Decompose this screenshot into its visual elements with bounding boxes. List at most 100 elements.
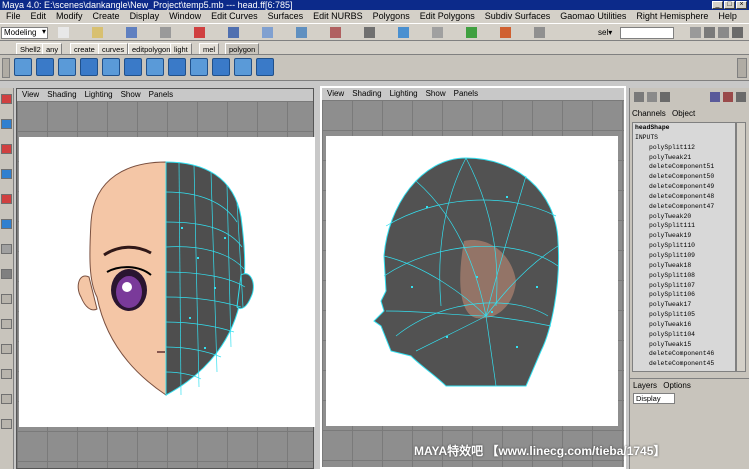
menu-surfaces[interactable]: Surfaces: [262, 10, 308, 23]
show-tool-settings-icon[interactable]: [718, 27, 729, 38]
snap-grid-icon[interactable]: [296, 27, 307, 38]
tool-settings-icon[interactable]: [723, 92, 733, 102]
layout-graph-icon[interactable]: [1, 369, 12, 379]
menu-edit-polygons[interactable]: Edit Polygons: [414, 10, 479, 23]
panel-menu-panels[interactable]: Panels: [144, 89, 176, 101]
selection-field[interactable]: [620, 27, 674, 39]
open-scene-icon[interactable]: [92, 27, 103, 38]
channel-box-icon[interactable]: [634, 92, 644, 102]
channel-item[interactable]: polyTweak20: [633, 212, 735, 222]
shelf-tab-shell2[interactable]: Shell2: [16, 43, 45, 54]
channel-item[interactable]: deleteComponent50: [633, 172, 735, 182]
lock-selection-icon[interactable]: [262, 27, 273, 38]
mirror-geometry-icon[interactable]: [256, 58, 274, 76]
snap-surface-icon[interactable]: [398, 27, 409, 38]
shelf-tab-create[interactable]: create: [70, 43, 99, 54]
attribute-editor-icon[interactable]: [710, 92, 720, 102]
channel-item[interactable]: deleteComponent51: [633, 162, 735, 172]
viewport-front[interactable]: View Shading Lighting Show Panels: [16, 88, 315, 469]
select-object-icon[interactable]: [194, 27, 205, 38]
shelf-tab-curves[interactable]: curves: [98, 43, 129, 54]
show-layer-editor-icon[interactable]: [732, 27, 743, 38]
channel-box-layer-icon[interactable]: [647, 92, 657, 102]
channel-item[interactable]: polySplit110: [633, 241, 735, 251]
merge-vertices-icon[interactable]: [124, 58, 142, 76]
menu-edit-nurbs[interactable]: Edit NURBS: [307, 10, 367, 23]
menu-help[interactable]: Help: [712, 10, 741, 23]
channel-item[interactable]: polyTweak18: [633, 261, 735, 271]
four-view-icon[interactable]: [1, 319, 12, 329]
channel-item[interactable]: deleteComponent47: [633, 202, 735, 212]
append-polygon-icon[interactable]: [102, 58, 120, 76]
render-icon[interactable]: [466, 27, 477, 38]
ipr-render-icon[interactable]: [500, 27, 511, 38]
select-tool-icon[interactable]: [1, 94, 12, 104]
shelf-tab-light[interactable]: light: [170, 43, 192, 54]
snap-point-icon[interactable]: [364, 27, 375, 38]
move-tool-icon[interactable]: [1, 144, 12, 154]
menu-gaomao-utilities[interactable]: Gaomao Utilities: [554, 10, 630, 23]
select-hierarchy-icon[interactable]: [160, 27, 171, 38]
channel-item[interactable]: polySplit106: [633, 290, 735, 300]
menu-create[interactable]: Create: [87, 10, 124, 23]
channel-item[interactable]: deleteComponent49: [633, 182, 735, 192]
channel-item[interactable]: polyTweak16: [633, 320, 735, 330]
menu-modify[interactable]: Modify: [50, 10, 87, 23]
channel-item[interactable]: polySplit105: [633, 310, 735, 320]
channel-box-tab-object[interactable]: Object: [672, 109, 695, 118]
channel-item[interactable]: polySplit108: [633, 271, 735, 281]
panel-menu-show[interactable]: Show: [116, 89, 144, 101]
shelf-tab-polygon[interactable]: polygon: [225, 43, 260, 54]
channel-item[interactable]: polyTweak15: [633, 340, 735, 350]
menu-window[interactable]: Window: [163, 10, 205, 23]
shelf-options-icon[interactable]: [2, 58, 10, 78]
scale-tool-icon[interactable]: [1, 194, 12, 204]
channel-list-scrollbar[interactable]: [736, 122, 746, 372]
lasso-tool-icon[interactable]: [1, 119, 12, 129]
channel-item[interactable]: deleteComponent48: [633, 192, 735, 202]
panel-menu-shading[interactable]: Shading: [347, 88, 384, 100]
panel-menu-show[interactable]: Show: [421, 88, 449, 100]
panel-menu-view[interactable]: View: [322, 88, 347, 100]
cut-faces-icon[interactable]: [190, 58, 208, 76]
menu-polygons[interactable]: Polygons: [367, 10, 414, 23]
minimize-icon[interactable]: _: [712, 1, 723, 9]
layout-hypershade-icon[interactable]: [1, 394, 12, 404]
selection-field-label[interactable]: sel▾: [598, 28, 612, 37]
channel-item[interactable]: polySplit109: [633, 251, 735, 261]
viewport-side[interactable]: View Shading Lighting Show Panels: [320, 86, 626, 469]
menu-subdiv-surfaces[interactable]: Subdiv Surfaces: [479, 10, 555, 23]
channel-box-tool-icon[interactable]: [660, 92, 670, 102]
channel-item[interactable]: polySplit107: [633, 281, 735, 291]
render-globals-icon[interactable]: [534, 27, 545, 38]
show-channel-box-icon[interactable]: [690, 27, 701, 38]
snap-curve-icon[interactable]: [330, 27, 341, 38]
shelf-tab-mel[interactable]: mel: [199, 43, 220, 54]
channel-item[interactable]: polyTweak17: [633, 300, 735, 310]
smooth-proxy-icon[interactable]: [168, 58, 186, 76]
mode-selector[interactable]: Modeling: [1, 27, 48, 39]
panel-menu-lighting[interactable]: Lighting: [385, 88, 421, 100]
channel-header[interactable]: INPUTS: [633, 133, 735, 143]
shelf-tab-editpolygon[interactable]: editpolygon: [128, 43, 175, 54]
rotate-tool-icon[interactable]: [1, 169, 12, 179]
menu-file[interactable]: File: [0, 10, 25, 23]
channel-item[interactable]: polySplit104: [633, 330, 735, 340]
select-component-icon[interactable]: [228, 27, 239, 38]
panel-menu-lighting[interactable]: Lighting: [80, 89, 116, 101]
maximize-icon[interactable]: □: [724, 1, 735, 9]
new-scene-icon[interactable]: [58, 27, 69, 38]
single-view-icon[interactable]: [1, 294, 12, 304]
layout-outliner-icon[interactable]: [1, 344, 12, 354]
channel-box-tab-channels[interactable]: Channels: [632, 109, 666, 118]
poly-plane-icon[interactable]: [14, 58, 32, 76]
menu-edit[interactable]: Edit: [25, 10, 51, 23]
menu-display[interactable]: Display: [124, 10, 164, 23]
channel-header[interactable]: headShape: [633, 123, 735, 133]
close-icon[interactable]: ×: [736, 1, 747, 9]
save-scene-icon[interactable]: [126, 27, 137, 38]
layer-editor-icon[interactable]: [736, 92, 746, 102]
panel-menu-view[interactable]: View: [17, 89, 42, 101]
last-tool-icon[interactable]: [1, 269, 12, 279]
channel-item[interactable]: polySplit111: [633, 221, 735, 231]
